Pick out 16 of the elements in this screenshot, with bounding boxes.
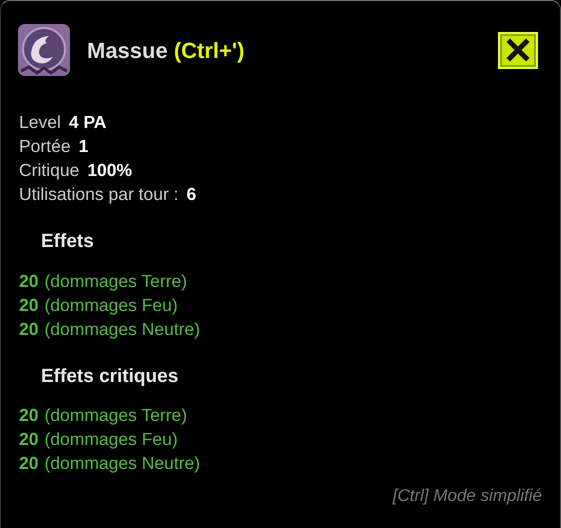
effect-line: 20 (dommages Neutre) bbox=[19, 452, 202, 475]
section-heading: Effets bbox=[41, 230, 95, 254]
effect-line: 20 (dommages Neutre) bbox=[19, 318, 202, 340]
section-heading: Effets critiques bbox=[41, 364, 180, 388]
close-icon bbox=[506, 38, 530, 62]
effect-line: 20 (dommages Terre) bbox=[19, 404, 188, 427]
effect-line: 20 (dommages Feu) bbox=[19, 294, 179, 316]
stat-line: Portée 1 bbox=[19, 135, 90, 158]
stat-line: Critique 100% bbox=[19, 159, 134, 182]
effect-line: 20 (dommages Terre) bbox=[19, 270, 188, 292]
spell-title: Massue (Ctrl+') bbox=[87, 36, 246, 65]
stat-line: Level 4 PA bbox=[19, 111, 108, 134]
mode-hint: [Ctrl] Mode simplifié bbox=[392, 484, 542, 506]
effect-line: 20 (dommages Feu) bbox=[19, 428, 179, 451]
stat-line: Utilisations par tour : 6 bbox=[19, 183, 198, 206]
close-button[interactable] bbox=[498, 32, 538, 68]
